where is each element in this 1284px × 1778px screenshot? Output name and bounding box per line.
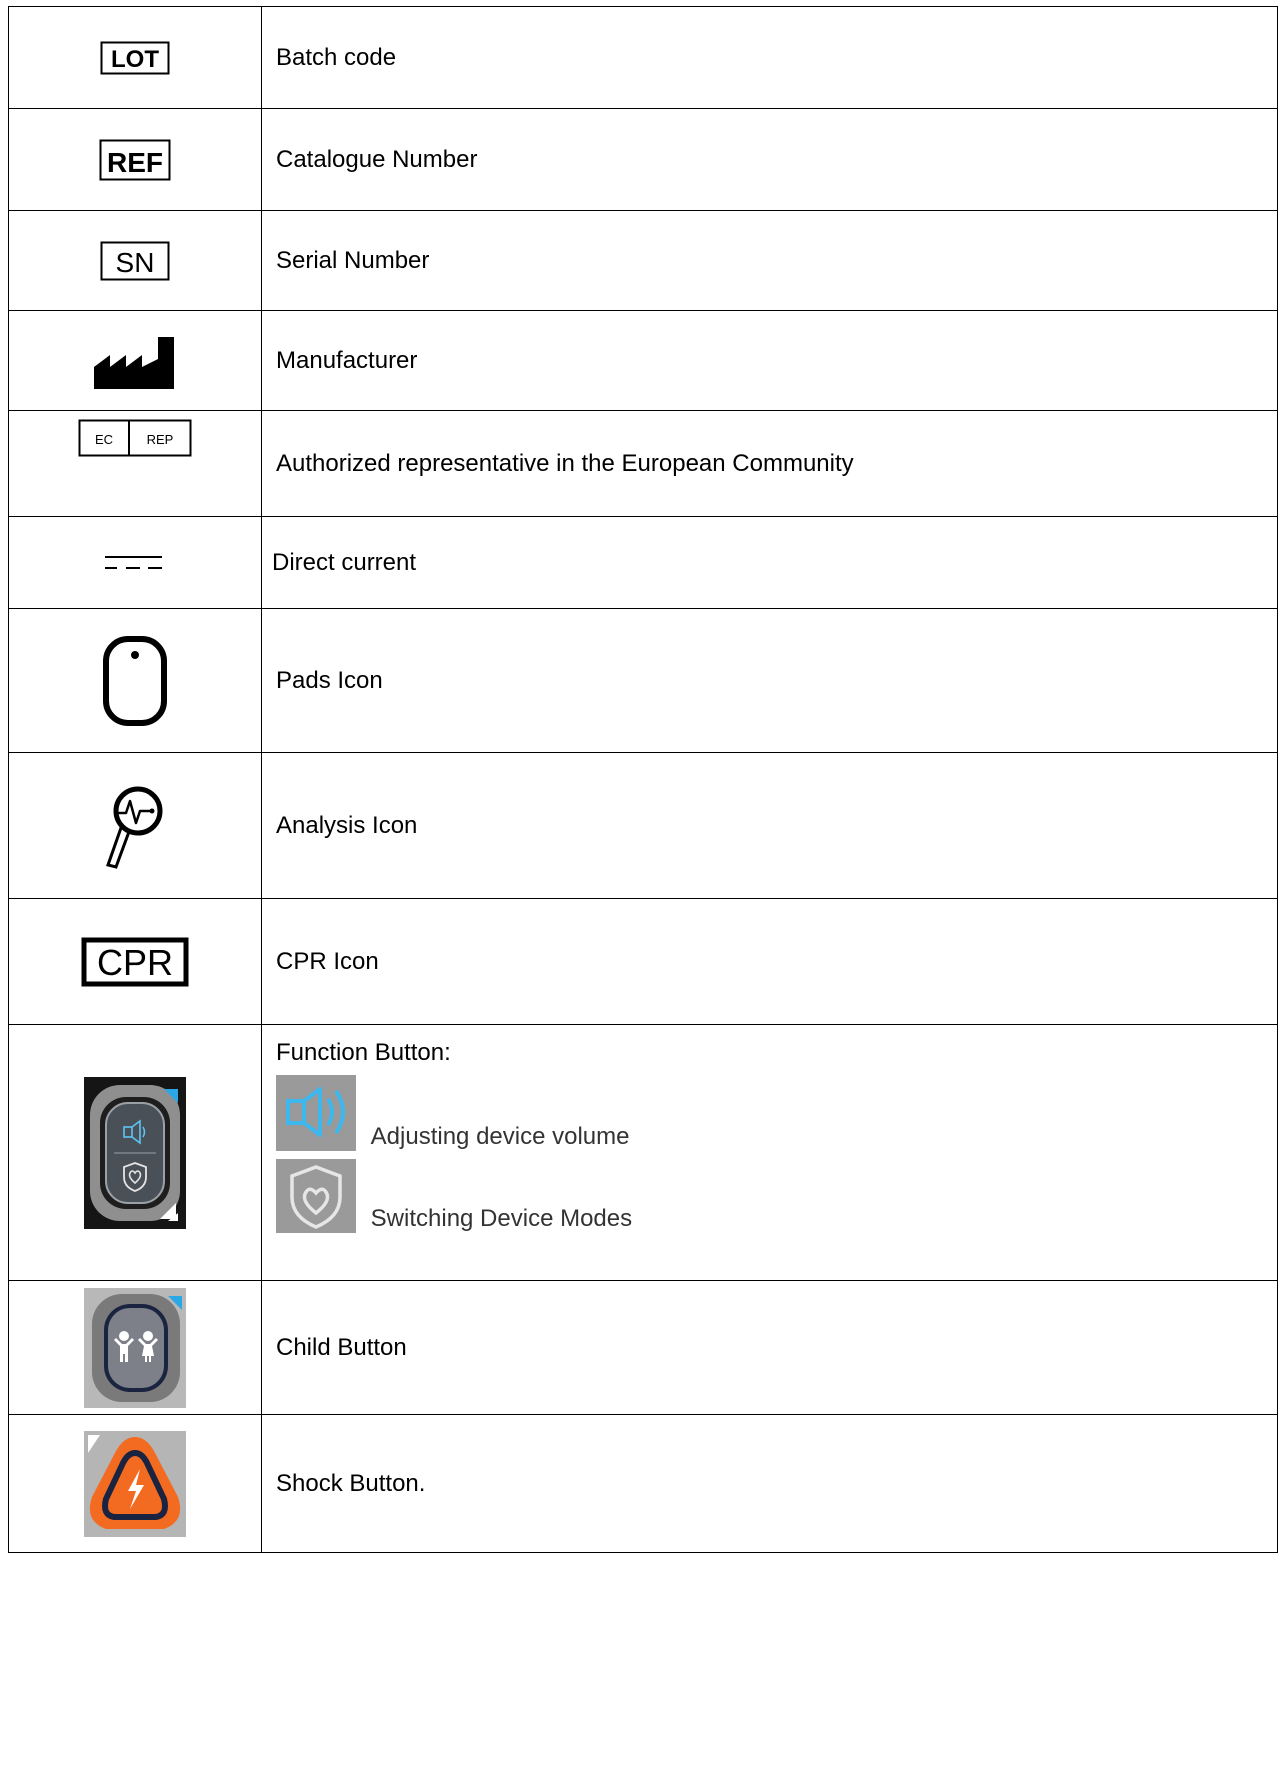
ec-rep-icon: EC REP <box>78 419 192 457</box>
symbol-cell <box>8 516 262 609</box>
symbol-cell: REF <box>8 108 262 211</box>
description-cell: Pads Icon <box>261 608 1278 753</box>
svg-text:SN: SN <box>116 247 155 278</box>
description-cell: Authorized representative in the Europea… <box>261 410 1278 517</box>
description-cell: Batch code <box>261 6 1278 109</box>
shock-button-icon <box>84 1430 186 1537</box>
direct-current-icon <box>105 555 162 569</box>
table-row: Direct current <box>8 516 1278 609</box>
sub-item-volume: Adjusting device volume <box>276 1075 1277 1151</box>
table-row: Pads Icon <box>8 608 1278 753</box>
table-row: EC REP Authorized representative in the … <box>8 410 1278 517</box>
symbols-table: LOT Batch code REF Catalogue Number SN S… <box>8 6 1278 1553</box>
symbol-cell <box>8 752 262 899</box>
svg-text:LOT: LOT <box>111 46 159 73</box>
symbol-cell: CPR <box>8 898 262 1025</box>
svg-text:REP: REP <box>147 432 174 447</box>
ref-catalogue-number-icon: REF <box>99 139 171 180</box>
table-row: SN Serial Number <box>8 210 1278 311</box>
table-row: REF Catalogue Number <box>8 108 1278 211</box>
description-cell: Serial Number <box>261 210 1278 311</box>
symbol-cell <box>8 310 262 411</box>
description-cell: Direct current <box>261 516 1278 609</box>
table-row: Function Button: Adjusting device volume <box>8 1024 1278 1281</box>
description-cell: Shock Button. <box>261 1414 1278 1553</box>
table-row: Child Button <box>8 1280 1278 1415</box>
speaker-volume-icon <box>276 1075 356 1151</box>
symbol-cell <box>8 1414 262 1553</box>
description-cell: CPR Icon <box>261 898 1278 1025</box>
pads-icon <box>103 635 167 726</box>
child-button-icon <box>84 1287 186 1408</box>
sub-item-label: Adjusting device volume <box>370 1123 630 1150</box>
symbol-cell: EC REP <box>8 410 262 517</box>
description-cell: Manufacturer <box>261 310 1278 411</box>
symbol-cell: SN <box>8 210 262 311</box>
svg-text:EC: EC <box>95 432 113 447</box>
cpr-icon: CPR <box>81 937 189 986</box>
symbol-cell <box>8 1280 262 1415</box>
description-cell: Analysis Icon <box>261 752 1278 899</box>
table-row: CPR CPR Icon <box>8 898 1278 1025</box>
symbol-cell: LOT <box>8 6 262 109</box>
symbol-cell <box>8 608 262 753</box>
function-button-icon <box>84 1076 186 1229</box>
function-button-title: Function Button: <box>276 1039 451 1066</box>
analysis-magnifier-icon <box>106 786 163 869</box>
description-cell: Child Button <box>261 1280 1278 1415</box>
shield-heart-icon <box>276 1159 356 1233</box>
symbol-cell <box>8 1024 262 1281</box>
sub-item-label: Switching Device Modes <box>370 1205 633 1232</box>
svg-text:REF: REF <box>107 147 163 178</box>
svg-text:CPR: CPR <box>97 942 173 983</box>
table-row: Analysis Icon <box>8 752 1278 899</box>
factory-manufacturer-icon <box>94 336 174 389</box>
table-row: LOT Batch code <box>8 6 1278 109</box>
description-cell: Function Button: Adjusting device volume <box>261 1024 1278 1281</box>
sn-serial-number-icon: SN <box>100 241 170 280</box>
table-row: Manufacturer <box>8 310 1278 411</box>
description-cell: Catalogue Number <box>261 108 1278 211</box>
lot-batch-code-icon: LOT <box>100 41 170 74</box>
table-row: Shock Button. <box>8 1414 1278 1553</box>
sub-item-modes: Switching Device Modes <box>276 1159 1277 1233</box>
